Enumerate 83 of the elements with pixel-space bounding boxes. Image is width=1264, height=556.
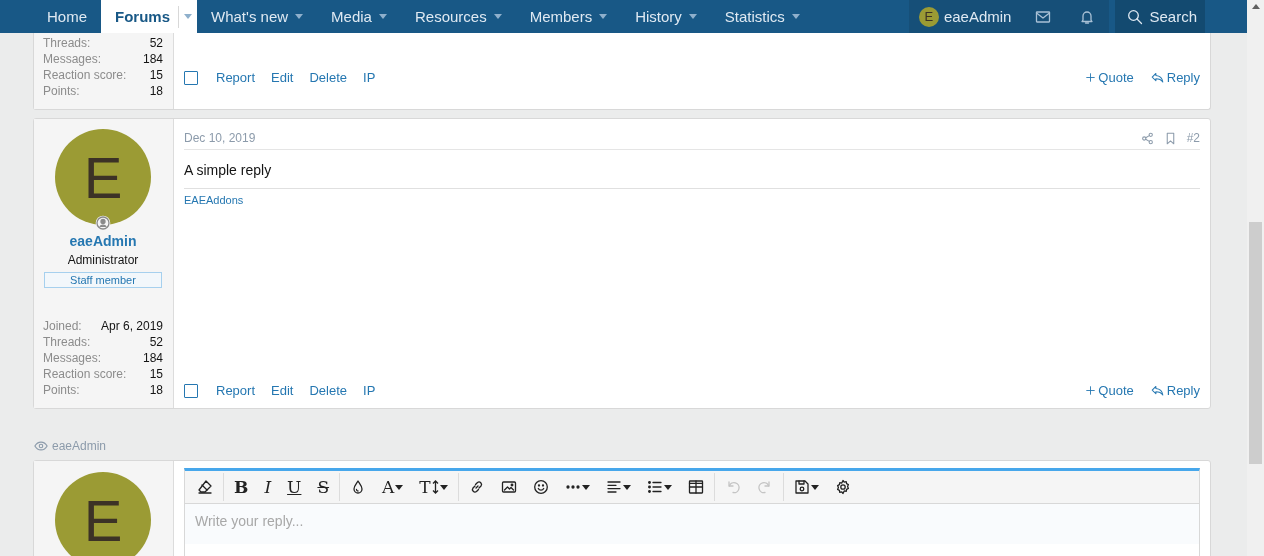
staff-badge: Staff member	[44, 272, 162, 288]
select-checkbox[interactable]	[184, 383, 198, 398]
stat-label: Reaction score:	[43, 67, 127, 83]
redo-icon	[756, 479, 773, 495]
quote-button[interactable]: Quote	[1085, 70, 1134, 85]
alerts-button[interactable]	[1065, 0, 1110, 33]
share-button[interactable]	[1140, 131, 1154, 145]
reply-button[interactable]: Reply	[1149, 383, 1200, 398]
post-action-link[interactable]: Delete	[309, 70, 347, 85]
nav-tab[interactable]: Members	[515, 0, 622, 33]
nav-tab[interactable]: Resources	[400, 0, 516, 33]
table-icon	[687, 479, 704, 495]
nav-tab[interactable]: What's new	[197, 0, 318, 33]
stat-value: 15	[149, 67, 163, 83]
bullet-list-icon	[646, 479, 663, 495]
user-avatar[interactable]: E	[55, 472, 151, 556]
stat-value: 184	[142, 350, 163, 366]
nav-tab[interactable]: Statistics	[710, 0, 814, 33]
stat-value: 52	[149, 35, 163, 51]
online-indicator-icon	[95, 215, 111, 231]
envelope-icon	[1035, 8, 1052, 25]
search-button[interactable]: Search	[1115, 0, 1205, 33]
bold-button[interactable]: B	[226, 473, 257, 501]
plus-icon	[1085, 385, 1097, 396]
user-title: Administrator	[67, 253, 139, 267]
post-number[interactable]: #2	[1186, 131, 1200, 145]
stat-value: Apr 6, 2019	[100, 318, 163, 334]
stat-value: 18	[149, 83, 163, 99]
stat-label: Messages:	[43, 51, 102, 67]
reply-input-field[interactable]: Write your reply...	[185, 504, 1199, 544]
post-action-link[interactable]: Edit	[271, 70, 294, 85]
stat-value: 18	[149, 382, 163, 398]
plus-icon	[1085, 72, 1097, 83]
stat-label: Joined:	[43, 318, 82, 334]
stat-value: 184	[142, 51, 163, 67]
user-avatar: E	[918, 6, 939, 27]
reply-arrow-icon	[1149, 384, 1165, 397]
signature-link[interactable]: EAEAddons	[184, 194, 244, 206]
stat-label: Threads:	[43, 334, 91, 350]
nav-tab[interactable]: Home	[33, 0, 101, 33]
post-action-link[interactable]: IP	[363, 70, 376, 85]
post-date[interactable]: Dec 10, 2019	[184, 131, 256, 145]
select-checkbox[interactable]	[184, 70, 198, 85]
stat-value: 52	[149, 334, 163, 350]
post-action-link[interactable]: Delete	[309, 383, 347, 398]
italic-button[interactable]: I	[256, 473, 280, 501]
reply-button[interactable]: Reply	[1149, 70, 1200, 85]
post-action-link[interactable]: IP	[363, 383, 376, 398]
stat-label: Messages:	[43, 350, 102, 366]
stat-label: Threads:	[43, 35, 91, 51]
user-avatar[interactable]: E	[55, 129, 151, 225]
nav-tab[interactable]: Media	[317, 0, 401, 33]
scrollbar-thumb[interactable]	[1249, 222, 1262, 464]
username-link[interactable]: eaeAdmin	[69, 233, 137, 249]
scroll-up-arrow-icon[interactable]	[1251, 4, 1260, 9]
stat-label: Points:	[43, 382, 80, 398]
eraser-icon	[197, 479, 213, 495]
smiley-icon	[532, 479, 549, 495]
stat-label: Points:	[43, 83, 80, 99]
stat-label: Reaction score:	[43, 366, 127, 382]
up-down-arrow-icon	[431, 480, 439, 494]
share-icon	[1140, 131, 1154, 145]
align-left-icon	[605, 479, 622, 495]
nav-tab[interactable]: Forums	[101, 0, 198, 33]
reply-arrow-icon	[1149, 71, 1165, 84]
strikethrough-button[interactable]: S	[309, 473, 338, 501]
scrollbar[interactable]	[1247, 0, 1264, 556]
font-button[interactable]: A	[374, 473, 412, 501]
eye-icon	[33, 439, 49, 453]
bell-icon	[1079, 8, 1096, 25]
nav-tab[interactable]: History	[621, 0, 711, 33]
font-size-button[interactable]: T	[411, 473, 456, 501]
search-icon	[1127, 8, 1144, 25]
underline-button[interactable]: U	[279, 473, 310, 501]
quote-button[interactable]: Quote	[1085, 383, 1134, 398]
stat-value: 15	[149, 366, 163, 382]
post-body: A simple reply	[184, 150, 1200, 189]
gear-icon	[834, 479, 851, 495]
post-action-link[interactable]: Report	[216, 383, 256, 398]
image-icon	[500, 479, 517, 495]
post-action-link[interactable]: Report	[216, 70, 256, 85]
post-action-link[interactable]: Edit	[271, 383, 294, 398]
account-button[interactable]: E eaeAdmin	[908, 0, 1022, 33]
